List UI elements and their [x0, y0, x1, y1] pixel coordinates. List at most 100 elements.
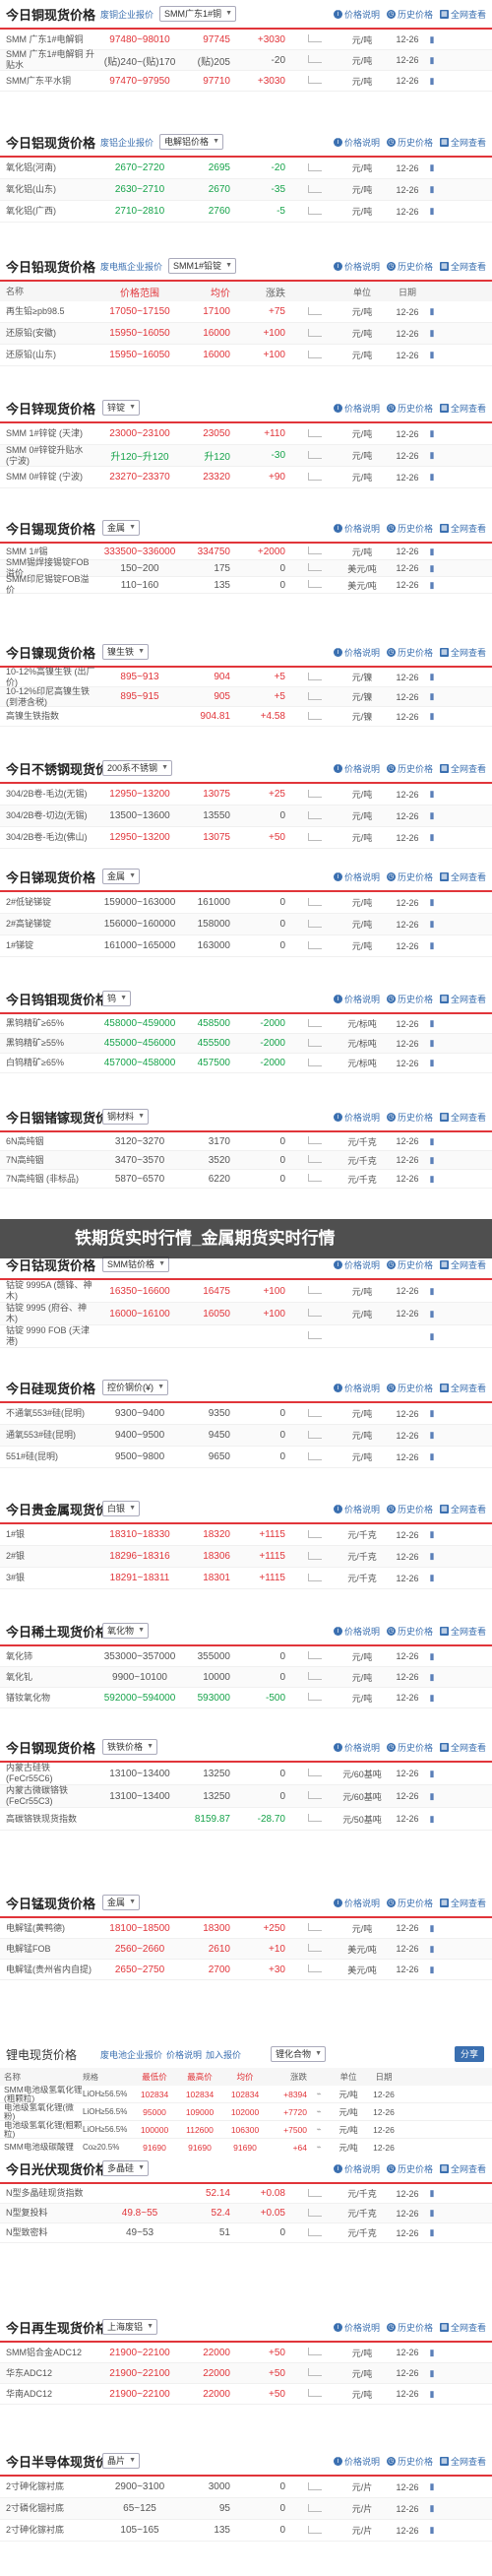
trend-chart-icon[interactable]	[295, 1672, 335, 1682]
trend-chart-icon[interactable]	[295, 472, 335, 483]
price-explain-button[interactable]: i 价格说明	[333, 1625, 380, 1638]
bar-chart-icon[interactable]: ▮	[425, 1551, 439, 1562]
bar-chart-icon[interactable]: ▮	[425, 350, 439, 360]
bar-chart-icon[interactable]: ▮	[425, 1174, 439, 1185]
trend-chart-icon[interactable]	[295, 547, 335, 556]
trend-chart-icon[interactable]	[295, 55, 335, 65]
price-explain-button[interactable]: i 价格说明	[333, 870, 380, 883]
price-explain-button[interactable]: i 价格说明	[333, 1741, 380, 1754]
bar-chart-icon[interactable]: ▮	[425, 691, 439, 702]
trend-chart-icon[interactable]	[295, 206, 335, 217]
bar-chart-icon[interactable]: ▮	[425, 810, 439, 821]
price-history-button[interactable]: ◷ 历史价格	[386, 646, 433, 659]
trend-chart-icon[interactable]	[295, 1573, 335, 1583]
table-row[interactable]: 钴锭 9990 FOB (天津港) ▮	[0, 1325, 492, 1348]
price-type-select[interactable]: 控价钢价(¥) ▼	[102, 1380, 168, 1395]
trend-chart-icon[interactable]	[295, 1964, 335, 1974]
price-history-button[interactable]: ◷ 历史价格	[386, 2455, 433, 2468]
table-row[interactable]: SMM 1#锌锭 (天津) 23000~23100 23050 +110 元/吨 12-2…	[0, 423, 492, 445]
full-view-button[interactable]: ▦ 全网查看	[439, 1503, 486, 1515]
table-row[interactable]: N型多晶硅现货指数 52.14 +0.08 元/千克 12-26 ▮	[0, 2184, 492, 2204]
trend-chart-icon[interactable]	[295, 34, 335, 44]
bar-chart-icon[interactable]: ▮	[425, 1651, 439, 1662]
table-row[interactable]: 2#低铋锑锭 159000~163000 161000 0 元/吨 12-26 ▮	[0, 892, 492, 914]
price-history-button[interactable]: ◷ 历史价格	[386, 1625, 433, 1638]
bar-chart-icon[interactable]: ▮	[425, 472, 439, 483]
trend-chart-icon[interactable]	[295, 2389, 335, 2399]
bar-chart-icon[interactable]: ▮	[425, 2389, 439, 2400]
bar-chart-icon[interactable]: ▮	[425, 1573, 439, 1583]
table-row[interactable]: 304/2B卷-毛边(佛山) 12950~13200 13075 +50 元/吨 12-2…	[0, 827, 492, 849]
price-explain-button[interactable]: i 价格说明	[333, 762, 380, 775]
trend-chart-icon[interactable]	[295, 2503, 335, 2514]
price-explain-button[interactable]: i 价格说明	[333, 1897, 380, 1909]
trend-chart-icon[interactable]	[295, 1155, 335, 1165]
trend-chart-icon[interactable]	[295, 350, 335, 360]
price-history-button[interactable]: ◷ 历史价格	[386, 136, 433, 149]
price-type-select[interactable]: SMM1#铅锭 ▼	[168, 258, 237, 274]
bar-chart-icon[interactable]: ▮	[425, 306, 439, 317]
trend-chart-icon[interactable]	[295, 2525, 335, 2536]
price-explain-button[interactable]: i 价格说明	[333, 8, 380, 21]
bar-chart-icon[interactable]: ▮	[425, 2368, 439, 2379]
bar-chart-icon[interactable]: ▮	[425, 206, 439, 217]
table-row[interactable]: 还原铅(山东) 15950~16050 16000 +100 元/吨 12-26 ▮	[0, 345, 492, 366]
price-history-button[interactable]: ◷ 历史价格	[386, 1258, 433, 1271]
trend-chart-icon[interactable]	[295, 184, 335, 195]
bar-chart-icon[interactable]: ▮	[425, 428, 439, 439]
table-row[interactable]: 钴锭 9995 (府谷、神木) 16000~16100 16050 +100 元/吨 12…	[0, 1303, 492, 1325]
trend-chart-icon[interactable]	[295, 1331, 335, 1341]
bar-chart-icon[interactable]: ▮	[425, 450, 439, 461]
price-history-button[interactable]: ◷ 历史价格	[386, 1741, 433, 1754]
price-explain-button[interactable]: i 价格说明	[333, 993, 380, 1005]
price-history-button[interactable]: ◷ 历史价格	[386, 402, 433, 415]
full-view-button[interactable]: ▦ 全网查看	[439, 1111, 486, 1124]
trend-chart-icon[interactable]	[295, 1038, 335, 1049]
table-row[interactable]: 氧化铈 353000~357000 355000 0 元/吨 12-26 ▮	[0, 1646, 492, 1667]
price-type-select[interactable]: 多晶硅 ▼	[102, 2160, 150, 2176]
bar-chart-icon[interactable]: ▮	[425, 1430, 439, 1441]
trend-chart-icon[interactable]	[295, 2368, 335, 2378]
full-view-button[interactable]: ▦ 全网查看	[439, 646, 486, 659]
trend-chart-icon[interactable]	[295, 76, 335, 86]
bar-chart-icon[interactable]: ▮	[425, 2227, 439, 2238]
trend-chart-icon[interactable]	[295, 1814, 335, 1824]
table-row[interactable]: 2#银 18296~18316 18306 +1115 元/千克 12-26 ▮	[0, 1546, 492, 1568]
share-button[interactable]: 分享	[454, 2046, 484, 2062]
bar-chart-icon[interactable]: ▮	[425, 1791, 439, 1802]
table-row[interactable]: 白钨精矿≥65% 457000~458000 457500 -2000 元/标吨 12-2…	[0, 1054, 492, 1073]
bar-chart-icon[interactable]: ▮	[425, 672, 439, 682]
table-row[interactable]: SMM 广东1#电解铜 97480~98010 97745 +3030 元/吨 12-26…	[0, 30, 492, 50]
table-row[interactable]: 内蒙古微碳铬铁(FeCr55C3) 13100~13400 13250 0 元/60基吨…	[0, 1785, 492, 1808]
trend-chart-icon[interactable]	[295, 691, 335, 702]
table-row[interactable]: 氧化钆 9900~10100 10000 0 元/吨 12-26 ▮	[0, 1667, 492, 1688]
table-row[interactable]: SMM铝合金ADC12 21900~22100 22000 +50 元/吨 12-26 ▮	[0, 2343, 492, 2363]
bar-chart-icon[interactable]: ▮	[425, 940, 439, 951]
table-row[interactable]: 电解锰FOB 2560~2660 2610 +10 美元/吨 12-26 ▮	[0, 1939, 492, 1960]
price-type-select[interactable]: 白银 ▼	[102, 1501, 141, 1516]
bar-chart-icon[interactable]: ▮	[425, 55, 439, 66]
trend-chart-icon[interactable]	[295, 450, 335, 461]
bar-chart-icon[interactable]: ▮	[425, 1286, 439, 1297]
table-row[interactable]: 7N高纯铟 (非标品) 5870~6570 6220 0 元/千克 12-26 ▮	[0, 1170, 492, 1189]
section-tag-link[interactable]: 废铜企业报价	[100, 8, 154, 21]
trend-chart-icon[interactable]	[295, 1058, 335, 1068]
section-tag-link[interactable]: 废铝企业报价	[100, 136, 154, 149]
trend-chart-icon[interactable]	[295, 2348, 335, 2357]
table-row[interactable]: 2#高铋锑锭 156000~160000 158000 0 元/吨 12-26 ▮	[0, 914, 492, 935]
trend-chart-icon[interactable]	[295, 1923, 335, 1933]
table-row[interactable]: SMM 广东1#电解铜 升贴水 (贴)240~(贴)170 (贴)205 -20 元/吨…	[0, 49, 492, 71]
table-row[interactable]: 氧化铝(河南) 2670~2720 2695 -20 元/吨 12-26 ▮	[0, 158, 492, 179]
price-type-select[interactable]: 上海废铝 ▼	[102, 2319, 158, 2335]
trend-chart-icon[interactable]	[295, 162, 335, 173]
trend-chart-icon[interactable]	[295, 1136, 335, 1146]
table-row[interactable]: 1#锑锭 161000~165000 163000 0 元/吨 12-26 ▮	[0, 935, 492, 957]
trend-chart-icon[interactable]: ⌁	[311, 2089, 327, 2099]
table-row[interactable]: 华南ADC12 21900~22100 22000 +50 元/吨 12-26 ▮	[0, 2384, 492, 2405]
full-view-button[interactable]: ▦ 全网查看	[439, 402, 486, 415]
bar-chart-icon[interactable]: ▮	[425, 1018, 439, 1029]
bar-chart-icon[interactable]: ▮	[425, 1155, 439, 1166]
bar-chart-icon[interactable]: ▮	[425, 1693, 439, 1704]
price-explain-button[interactable]: i 价格说明	[333, 2162, 380, 2175]
full-view-button[interactable]: ▦ 全网查看	[439, 522, 486, 535]
